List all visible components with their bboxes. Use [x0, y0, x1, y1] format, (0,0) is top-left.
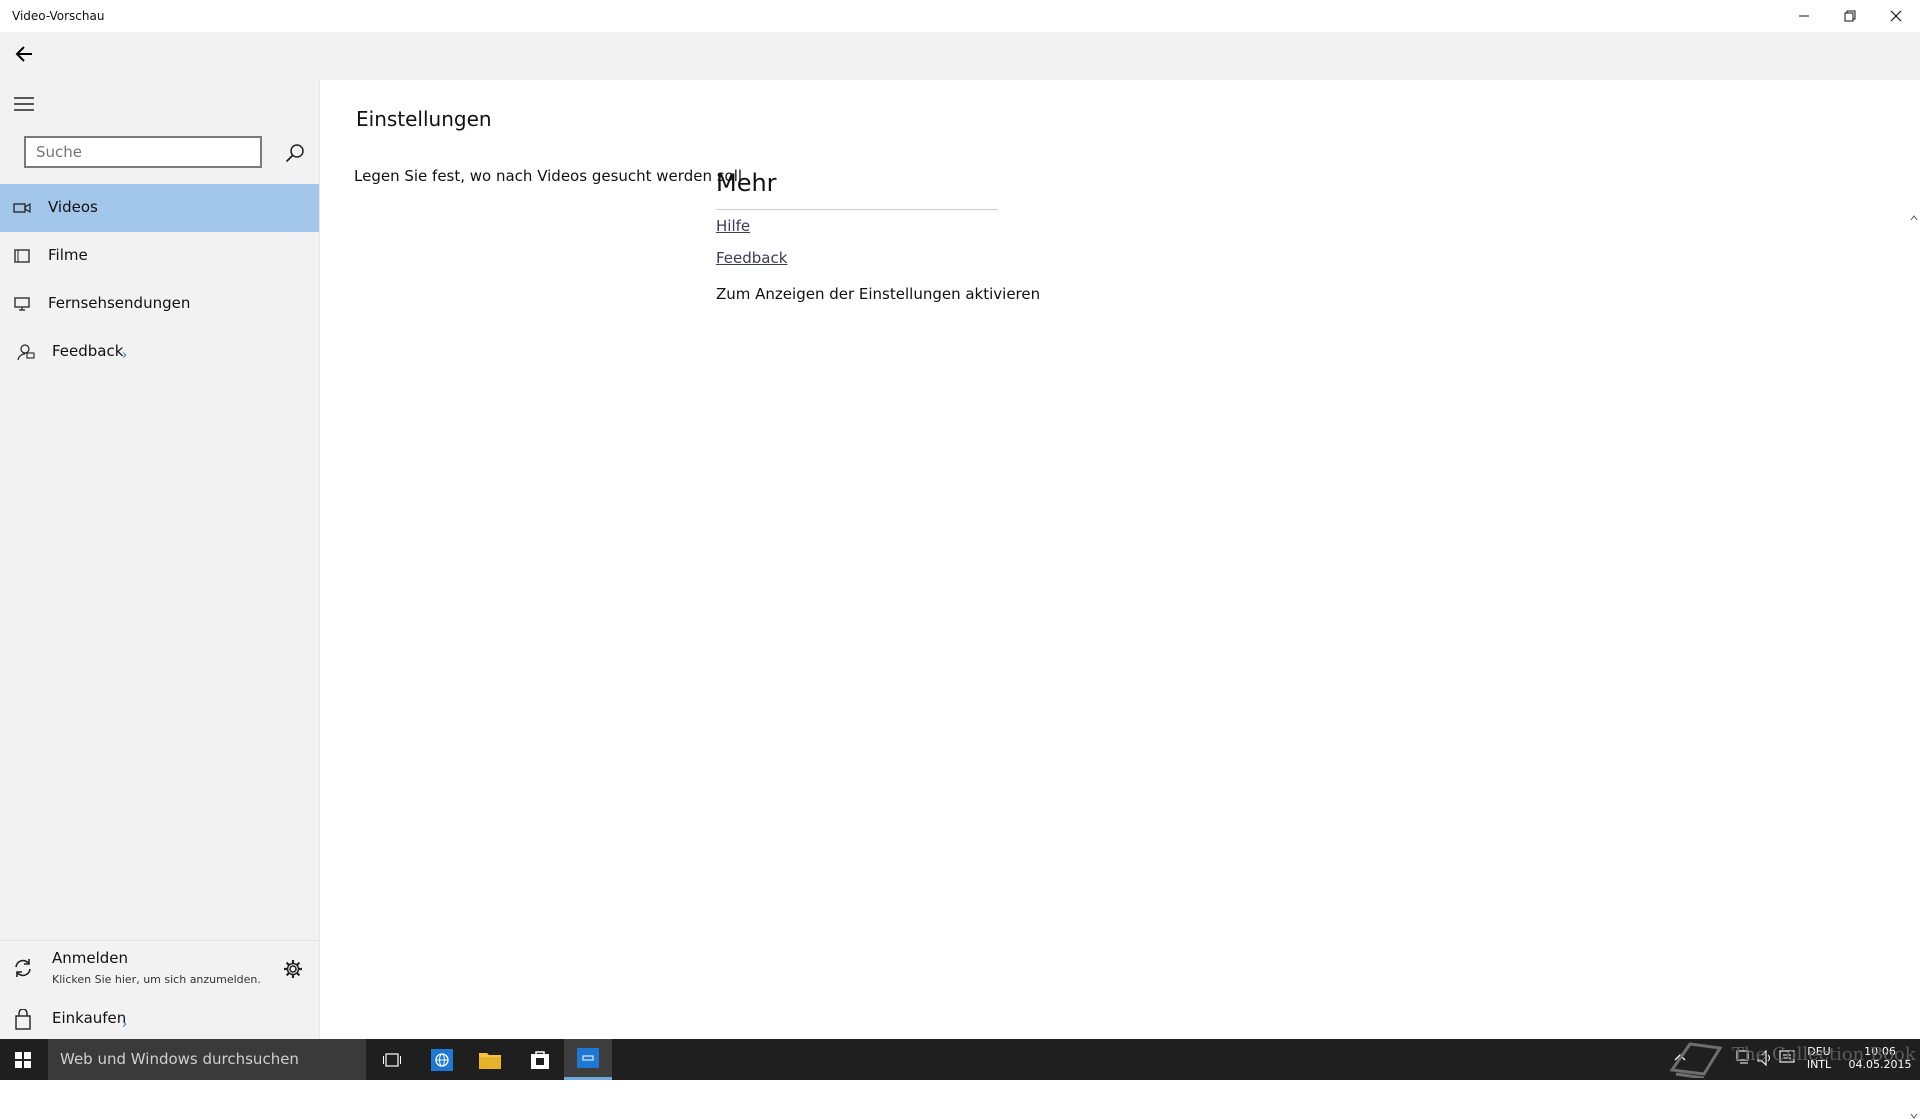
- taskbar-browser[interactable]: [418, 1039, 466, 1080]
- activate-settings-text: Zum Anzeigen der Einstellungen aktiviere…: [716, 285, 1041, 303]
- divider: [716, 209, 998, 210]
- help-link[interactable]: Hilfe: [716, 217, 750, 235]
- sidebar-item-label: Filme: [48, 246, 88, 264]
- folder-icon: [479, 1052, 501, 1069]
- close-icon: [1890, 10, 1902, 22]
- sidebar-item-filme[interactable]: Filme: [0, 232, 319, 280]
- scroll-up-icon[interactable]: [1910, 215, 1918, 221]
- shop-label: Einkaufen: [52, 1009, 127, 1027]
- header-bar: [0, 32, 1920, 80]
- sidebar-item-videos[interactable]: Videos: [0, 184, 319, 232]
- book-logo-icon: [1669, 1042, 1723, 1078]
- sync-icon: [15, 959, 31, 977]
- camera-icon: [12, 198, 32, 218]
- browser-icon: [431, 1048, 453, 1071]
- sidebar-item-feedback[interactable]: Feedback ›: [0, 328, 319, 376]
- tv-icon: [12, 294, 32, 314]
- hamburger-icon: [14, 97, 34, 111]
- taskbar-search[interactable]: Web und Windows durchsuchen: [48, 1039, 366, 1080]
- close-button[interactable]: [1873, 0, 1919, 32]
- account-hint: Klicken Sie hier, um sich anzumelden.: [52, 973, 261, 986]
- restore-button[interactable]: [1827, 0, 1873, 32]
- windows-logo-icon: [15, 1051, 31, 1068]
- gear-icon[interactable]: [283, 959, 303, 979]
- task-view-icon: [383, 1052, 401, 1067]
- sidebar-item-label: Fernsehsendungen: [48, 294, 191, 312]
- store-icon: [531, 1050, 549, 1069]
- shop-button[interactable]: Einkaufen ›: [0, 997, 319, 1041]
- more-heading: Mehr: [716, 169, 777, 197]
- menu-button[interactable]: [10, 92, 38, 116]
- sidebar-item-label: Feedback: [52, 342, 124, 360]
- title-bar: Video-Vorschau: [0, 0, 1920, 32]
- scroll-down-icon[interactable]: [1910, 1113, 1918, 1119]
- search-icon: [285, 144, 304, 163]
- settings-page: Einstellungen Legen Sie fest, wo nach Vi…: [320, 80, 1920, 1119]
- chevron-right-icon: ›: [122, 348, 128, 363]
- taskbar-store[interactable]: [516, 1039, 564, 1080]
- search-button[interactable]: [280, 138, 310, 168]
- scrollbar[interactable]: [1908, 215, 1920, 1119]
- restore-icon: [1844, 10, 1856, 22]
- watermark: The Collection Book: [1732, 1044, 1916, 1065]
- film-icon: [12, 246, 32, 266]
- sidebar: Videos Filme Fernsehsendungen Feedback ›: [0, 80, 319, 1039]
- minimize-button[interactable]: [1781, 0, 1827, 32]
- back-arrow-icon: [15, 46, 32, 62]
- search-input[interactable]: [24, 136, 262, 168]
- feedback-icon: [16, 342, 36, 362]
- account-section: Anmelden Klicken Sie hier, um sich anzum…: [0, 940, 319, 1041]
- start-button[interactable]: [0, 1039, 46, 1080]
- task-view-button[interactable]: [368, 1039, 416, 1080]
- sidebar-item-fernsehsendungen[interactable]: Fernsehsendungen: [0, 280, 319, 328]
- feedback-link[interactable]: Feedback: [716, 249, 787, 267]
- video-locations-text: Legen Sie fest, wo nach Videos gesucht w…: [354, 167, 743, 185]
- minimize-icon: [1799, 15, 1809, 17]
- back-button[interactable]: [8, 38, 40, 70]
- shopping-bag-icon: [15, 1009, 31, 1030]
- taskbar: Web und Windows durchsuchen DEU INTL 10:…: [0, 1039, 1920, 1080]
- account-name: Anmelden: [52, 949, 129, 967]
- video-app-icon: [577, 1048, 599, 1068]
- page-title: Einstellungen: [356, 107, 492, 131]
- sign-in-button[interactable]: Anmelden Klicken Sie hier, um sich anzum…: [0, 941, 270, 997]
- taskbar-explorer[interactable]: [466, 1039, 514, 1080]
- chevron-right-icon: ›: [122, 1017, 128, 1032]
- app-title: Video-Vorschau: [12, 9, 105, 23]
- taskbar-video-app[interactable]: [564, 1039, 612, 1080]
- sidebar-item-label: Videos: [48, 198, 98, 216]
